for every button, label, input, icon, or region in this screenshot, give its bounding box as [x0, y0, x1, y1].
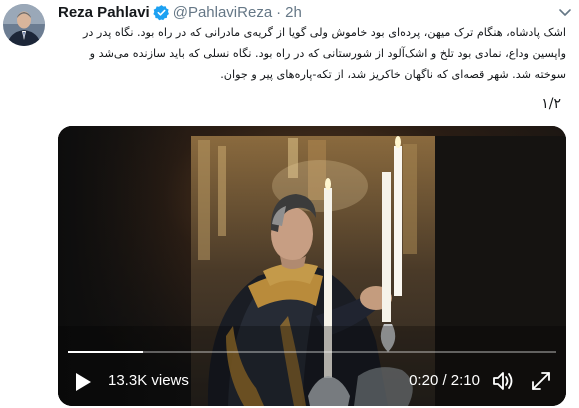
- video-view-count: 13.3K views: [108, 372, 189, 389]
- volume-icon[interactable]: [492, 370, 516, 392]
- play-icon[interactable]: [74, 372, 92, 392]
- tweet-header: Reza Pahlavi @PahlaviReza · 2h: [58, 3, 302, 21]
- tweet-text: اشک پادشاه، هنگام ترک میهن، پرده‌ای بود …: [82, 26, 566, 81]
- video-player[interactable]: 13.3K views 0:20 / 2:10: [58, 126, 566, 406]
- video-controls: 13.3K views 0:20 / 2:10: [58, 356, 566, 406]
- verified-badge-icon: [153, 4, 170, 21]
- video-progress-fill: [68, 351, 144, 353]
- avatar-photo: [3, 4, 45, 46]
- author-handle[interactable]: @PahlaviReza: [173, 4, 272, 21]
- avatar[interactable]: [3, 4, 45, 46]
- separator-dot: ·: [276, 3, 282, 21]
- thread-counter: ۱/۲: [541, 96, 561, 112]
- author-name[interactable]: Reza Pahlavi: [58, 4, 150, 21]
- chevron-down-icon[interactable]: [557, 4, 573, 20]
- fullscreen-icon[interactable]: [530, 370, 552, 392]
- tweet-timestamp[interactable]: 2h: [285, 4, 302, 21]
- video-progress-bar[interactable]: [68, 351, 556, 353]
- video-timecode: 0:20 / 2:10: [409, 372, 480, 389]
